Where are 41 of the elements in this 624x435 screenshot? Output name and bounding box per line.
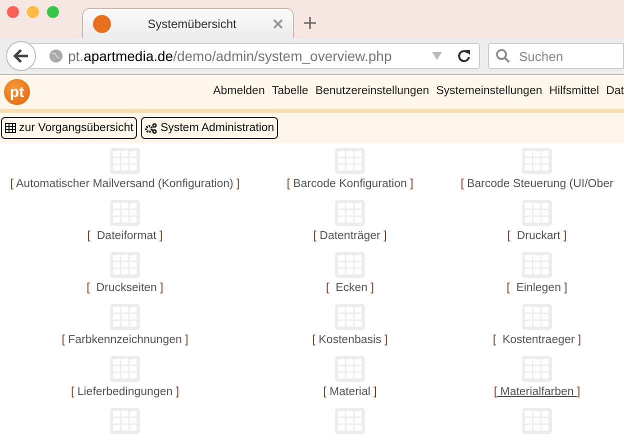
table-icon (5, 123, 16, 133)
settings-link[interactable]: [ Material ] (323, 384, 377, 402)
menu-link[interactable]: Systemeinstellungen (436, 83, 542, 101)
new-tab-icon[interactable] (304, 17, 316, 29)
settings-link[interactable]: [ Lieferbedingungen ] (70, 384, 180, 402)
settings-link[interactable]: [ Automatischer Mailversand (Konfiguration) ] (10, 176, 240, 194)
settings-link[interactable]: [ Barcode Konfiguration ] (286, 176, 414, 194)
toolbar-button[interactable]: zur Vorgangsübersicht (1, 117, 138, 139)
settings-link[interactable]: [ Druckart ] (507, 228, 567, 246)
address-field[interactable]: pt.apartmedia.de/demo/admin/system_overview.php (28, 43, 480, 69)
menu-link[interactable]: Abmelden (213, 83, 265, 101)
settings-link[interactable]: [ Farbkennzeichnungen ] (62, 332, 188, 350)
menu-link[interactable]: Tabelle (272, 83, 308, 101)
menu-link[interactable]: Hilfsmittel (549, 83, 600, 101)
globe-icon (49, 49, 63, 63)
settings-link[interactable]: [ Dateiformat ] (87, 228, 163, 246)
browser-tab[interactable]: Systemübersicht (82, 8, 294, 38)
menu-link[interactable]: Dat (606, 83, 624, 101)
reload-icon[interactable] (457, 49, 471, 63)
back-arrow-icon (13, 49, 29, 63)
search-field[interactable]: Suchen (488, 43, 624, 69)
settings-link[interactable]: [ Kostenbasis ] (312, 332, 388, 350)
search-icon (496, 49, 510, 63)
settings-link[interactable]: [ Barcode Steuerung (UI/Ober (460, 176, 614, 194)
settings-link[interactable]: [ Kostentraeger ] (492, 332, 582, 350)
settings-link[interactable]: [ Ecken ] (326, 280, 374, 298)
close-icon[interactable] (7, 6, 19, 18)
maximize-icon[interactable] (47, 6, 59, 18)
back-button[interactable] (6, 41, 36, 71)
url-text: pt.apartmedia.de/demo/admin/system_overview.php (68, 46, 392, 66)
minimize-icon[interactable] (27, 6, 39, 18)
settings-link[interactable]: [ Datenträger ] (313, 228, 387, 246)
settings-link[interactable]: [ Einlegen ] (506, 280, 568, 298)
menu-link[interactable]: Benutzereinstellungen (315, 83, 430, 101)
settings-link[interactable]: [ Druckseiten ] (86, 280, 164, 298)
gears-icon (145, 122, 158, 134)
settings-link[interactable]: [ Materialfarben ] (494, 384, 580, 402)
close-icon[interactable] (273, 18, 283, 28)
toolbar-button[interactable]: System Administration (141, 117, 278, 139)
favicon-icon (93, 14, 111, 32)
dropdown-icon[interactable] (432, 52, 442, 60)
